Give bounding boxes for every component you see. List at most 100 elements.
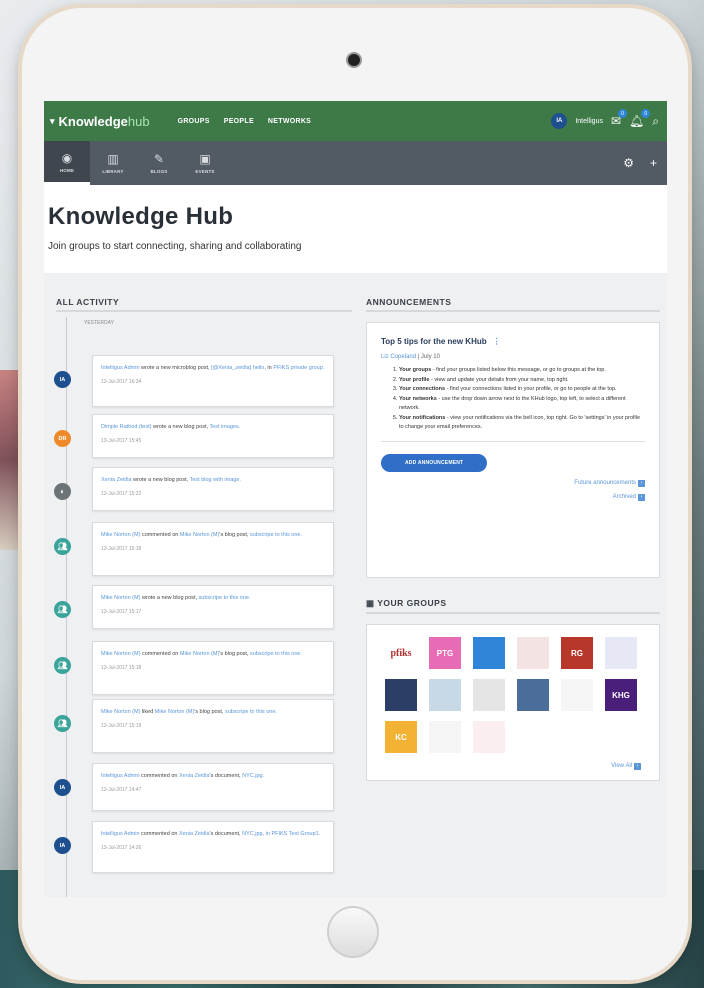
activity-item[interactable]: Mike Norton (M) commented on Mike Norton… (92, 522, 334, 576)
view-all-link[interactable]: View All › (385, 763, 641, 770)
activity-link[interactable]: NYC.jpg. (242, 773, 264, 779)
logo-hub-text: hub (127, 113, 150, 129)
tip-item: Your networks - use the drop down arrow … (399, 395, 645, 414)
activity-item[interactable]: Mike Norton (M) liked Mike Norton (M)'s … (92, 699, 334, 753)
group-tile[interactable] (517, 637, 549, 669)
bell-icon[interactable]: 🔔︎ 0 (629, 109, 651, 128)
activity-link[interactable]: Intelligus Admin (101, 831, 140, 837)
network-switcher[interactable]: ▾ Knowledge hub (50, 114, 150, 129)
avatar-photo[interactable]: ◐ (54, 483, 71, 500)
activity-link[interactable]: Intelligus Admin (101, 773, 140, 779)
logo-text: Knowledge (58, 113, 128, 129)
activity-link[interactable]: Mike Norton (M) (101, 651, 140, 657)
activity-link[interactable]: Test blog with image. (190, 477, 241, 483)
group-tile[interactable]: RG (561, 637, 593, 669)
activity-item[interactable]: Intelligus Admin wrote a new microblog p… (92, 355, 334, 407)
activity-item[interactable]: Xenia Zeidla wrote a new blog post, Test… (92, 467, 334, 511)
activity-text: Xenia Zeidla wrote a new blog post, Test… (101, 476, 325, 485)
future-announcements-link[interactable]: Future announcements › (367, 479, 645, 487)
activity-link[interactable]: Xenia Zeidla (179, 773, 210, 779)
user-group-icon[interactable]: 👥︎ (54, 715, 71, 732)
group-tile[interactable] (473, 721, 505, 753)
activity-link[interactable]: Mike Norton (M) (180, 532, 219, 538)
activity-link[interactable]: Mike Norton (M) (101, 709, 140, 715)
activity-item[interactable]: Mike Norton (M) commented on Mike Norton… (92, 641, 334, 695)
group-tile[interactable] (473, 679, 505, 711)
activity-link[interactable]: subscripe to this one. (250, 532, 302, 538)
activity-link[interactable]: Xenia Zeidla (179, 831, 210, 837)
user-group-icon[interactable]: 👥︎ (54, 538, 71, 555)
divider (381, 440, 645, 442)
activity-link[interactable]: Dimple Rathod (test) (101, 424, 151, 430)
user-name[interactable]: Intelligus (575, 118, 603, 125)
activity-link[interactable]: Test images. (209, 424, 240, 430)
group-tile[interactable]: KHG (605, 679, 637, 711)
author-link[interactable]: Liz Copeland (381, 354, 416, 360)
user-group-icon[interactable]: 👥︎ (54, 601, 71, 618)
activity-text: Mike Norton (M) commented on Mike Norton… (101, 531, 325, 540)
activity-link[interactable]: [@Xenia_zeidla] hello (211, 365, 264, 371)
groups-heading: ▦ YOUR GROUPS (366, 598, 660, 614)
activity-item[interactable]: Dimple Rathod (test) wrote a new blog po… (92, 414, 334, 458)
group-tile[interactable] (385, 679, 417, 711)
activity-link[interactable]: subscripe to this one. (225, 709, 277, 715)
user-group-icon[interactable]: 👥︎ (54, 657, 71, 674)
activity-text: Dimple Rathod (test) wrote a new blog po… (101, 423, 325, 432)
group-tile[interactable] (429, 679, 461, 711)
add-icon[interactable]: + (650, 156, 657, 170)
activity-link[interactable]: Mike Norton (M) (101, 532, 140, 538)
add-announcement-button[interactable]: ADD ANNOUNCEMENT (381, 453, 488, 472)
blog-icon: ✎ (153, 152, 165, 166)
avatar[interactable]: IA (551, 113, 568, 129)
avatar[interactable]: IA (54, 779, 71, 796)
tab-library[interactable]: ▥ LIBRARY (90, 141, 136, 185)
activity-item[interactable]: Intelligus Admin commented on Xenia Zeid… (92, 821, 334, 873)
group-tile[interactable]: PTG (429, 637, 461, 669)
group-tile[interactable] (429, 721, 461, 753)
tab-label: BLOGS (150, 169, 168, 174)
nav-groups[interactable]: GROUPS (178, 118, 210, 125)
activity-link[interactable]: Mike Norton (M) (155, 709, 194, 715)
activity-verb: wrote a new blog post, (131, 477, 190, 483)
tip-bold: Your groups (399, 367, 432, 373)
day-label: YESTERDAY (84, 320, 114, 326)
tablet-frame: ▾ Knowledge hub GROUPS PEOPLE NETWORKS IA… (22, 8, 688, 980)
activity-link[interactable]: NYC.jpg, in PFIKS Test Group1. (242, 831, 320, 837)
page-title: Knowledge Hub (48, 203, 234, 230)
tip-bold: Your profile (399, 376, 430, 383)
group-tile[interactable] (605, 637, 637, 669)
activity-item[interactable]: Mike Norton (M) wrote a new blog post, s… (92, 585, 334, 629)
nav-people[interactable]: PEOPLE (224, 118, 254, 125)
activity-link[interactable]: subscripe to this one. (250, 651, 302, 657)
avatar[interactable]: IA (54, 837, 71, 854)
activity-text: Intelligus Admin wrote a new microblog p… (101, 364, 325, 373)
mail-icon[interactable]: ✉ 0 (611, 109, 628, 128)
activity-link[interactable]: subscripe to this one. (199, 595, 251, 601)
tab-home[interactable]: ◉ HOME (44, 141, 90, 185)
home-button[interactable] (327, 906, 379, 958)
group-tile[interactable]: KC (385, 721, 417, 753)
nav-networks[interactable]: NETWORKS (268, 118, 311, 125)
more-vertical-icon[interactable]: ⋮ (493, 337, 501, 346)
group-tile[interactable] (473, 637, 505, 669)
group-tile[interactable]: pfiks (385, 637, 417, 669)
activity-link[interactable]: Mike Norton (M) (101, 595, 140, 601)
activity-link[interactable]: Mike Norton (M) (180, 651, 219, 657)
activity-link[interactable]: PFIKS private group. (273, 365, 324, 371)
group-tile[interactable] (561, 679, 593, 711)
activity-date: 13-Jul-2017 15:19 (101, 723, 142, 729)
activity-date: 13-Jul-2017 16:34 (101, 379, 142, 385)
chevron-down-icon[interactable]: ▾ (50, 116, 55, 127)
gear-icon[interactable]: ⚙ (623, 156, 634, 170)
archived-link[interactable]: Archived › (367, 493, 645, 501)
activity-link[interactable]: Xenia Zeidla (101, 477, 132, 483)
bell-badge: 0 (641, 109, 651, 118)
search-icon[interactable]: ⌕ (652, 114, 659, 129)
avatar[interactable]: IA (54, 371, 71, 388)
activity-link[interactable]: Intelligus Admin (101, 365, 140, 371)
activity-item[interactable]: Intelligus Admin commented on Xenia Zeid… (92, 763, 334, 811)
avatar[interactable]: DR (54, 430, 71, 447)
group-tile[interactable] (517, 679, 549, 711)
tab-events[interactable]: ▣ EVENTS (182, 141, 228, 185)
tab-blogs[interactable]: ✎ BLOGS (136, 141, 182, 185)
